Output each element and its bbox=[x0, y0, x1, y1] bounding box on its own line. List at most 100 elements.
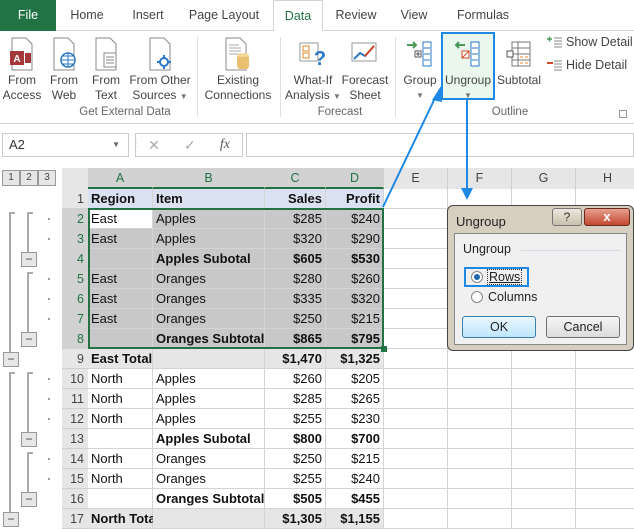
cell[interactable]: Item bbox=[153, 189, 265, 209]
empty-cell[interactable] bbox=[384, 229, 448, 249]
cell[interactable]: $320 bbox=[265, 229, 326, 249]
empty-cell[interactable] bbox=[576, 429, 634, 449]
what-if-analysis-button[interactable]: ? What-If Analysis ▼ bbox=[285, 35, 341, 104]
cell[interactable]: $255 bbox=[265, 469, 326, 489]
empty-cell[interactable] bbox=[512, 349, 576, 369]
cell[interactable]: $215 bbox=[326, 309, 384, 329]
cell[interactable]: North bbox=[88, 409, 153, 429]
empty-cell[interactable] bbox=[512, 389, 576, 409]
row-header[interactable]: 12 bbox=[62, 409, 88, 429]
column-header-b[interactable]: B bbox=[153, 168, 265, 189]
cell[interactable]: $1,470 bbox=[265, 349, 326, 369]
hide-detail-button[interactable]: Hide Detail bbox=[546, 58, 627, 72]
empty-cell[interactable] bbox=[384, 289, 448, 309]
tab-home[interactable]: Home bbox=[62, 0, 112, 31]
empty-cell[interactable] bbox=[384, 329, 448, 349]
cell[interactable]: $865 bbox=[265, 329, 326, 349]
tab-formulas[interactable]: Formulas bbox=[448, 0, 518, 31]
cell[interactable]: Oranges bbox=[153, 469, 265, 489]
cell[interactable]: North bbox=[88, 449, 153, 469]
cell[interactable]: Apples bbox=[153, 369, 265, 389]
row-header[interactable]: 7 bbox=[62, 309, 88, 329]
help-icon[interactable]: ? bbox=[552, 208, 582, 226]
empty-cell[interactable] bbox=[384, 369, 448, 389]
outline-level-1-button[interactable]: 1 bbox=[2, 170, 20, 186]
empty-cell[interactable] bbox=[448, 429, 512, 449]
cell[interactable]: $265 bbox=[326, 389, 384, 409]
empty-cell[interactable] bbox=[448, 449, 512, 469]
cell[interactable]: $1,305 bbox=[265, 509, 326, 529]
empty-cell[interactable] bbox=[384, 249, 448, 269]
cell[interactable]: $240 bbox=[326, 469, 384, 489]
cell[interactable]: $335 bbox=[265, 289, 326, 309]
column-header-e[interactable]: E bbox=[384, 168, 448, 189]
cell[interactable]: North bbox=[88, 369, 153, 389]
empty-cell[interactable] bbox=[512, 409, 576, 429]
formula-input[interactable] bbox=[246, 133, 634, 157]
empty-cell[interactable] bbox=[384, 349, 448, 369]
tab-page-layout[interactable]: Page Layout bbox=[182, 0, 266, 31]
empty-cell[interactable] bbox=[576, 389, 634, 409]
row-header[interactable]: 10 bbox=[62, 369, 88, 389]
ok-button[interactable]: OK bbox=[462, 316, 536, 338]
cell[interactable]: $320 bbox=[326, 289, 384, 309]
cell[interactable]: East bbox=[88, 289, 153, 309]
cell[interactable] bbox=[88, 489, 153, 509]
cell[interactable]: Region bbox=[88, 189, 153, 209]
collapse-button[interactable]: − bbox=[3, 352, 19, 367]
ungroup-button[interactable]: Ungroup ▼ bbox=[442, 35, 494, 103]
row-header[interactable]: 14 bbox=[62, 449, 88, 469]
cell[interactable]: East bbox=[88, 269, 153, 289]
collapse-button[interactable]: − bbox=[21, 432, 37, 447]
from-web-button[interactable]: From Web bbox=[46, 35, 82, 103]
cell[interactable]: Apples bbox=[153, 409, 265, 429]
empty-cell[interactable] bbox=[384, 209, 448, 229]
cell[interactable]: Apples bbox=[153, 229, 265, 249]
cancel-button[interactable]: Cancel bbox=[546, 316, 620, 338]
cancel-icon[interactable]: ✕ bbox=[148, 137, 160, 154]
column-header-d[interactable]: D bbox=[326, 168, 384, 189]
existing-connections-button[interactable]: Existing Connections bbox=[202, 35, 274, 103]
show-detail-button[interactable]: Show Detail bbox=[546, 35, 633, 49]
from-other-sources-button[interactable]: From Other Sources ▼ bbox=[128, 35, 192, 104]
cell[interactable]: Oranges bbox=[153, 269, 265, 289]
cell[interactable]: Oranges Subtotal bbox=[153, 489, 265, 509]
cell[interactable]: Sales bbox=[265, 189, 326, 209]
empty-cell[interactable] bbox=[448, 409, 512, 429]
cell[interactable] bbox=[153, 349, 265, 369]
empty-cell[interactable] bbox=[512, 429, 576, 449]
cell[interactable]: $455 bbox=[326, 489, 384, 509]
cell[interactable]: $260 bbox=[265, 369, 326, 389]
cell[interactable]: $205 bbox=[326, 369, 384, 389]
row-header[interactable]: 8 bbox=[62, 329, 88, 349]
empty-cell[interactable] bbox=[512, 449, 576, 469]
tab-view[interactable]: View bbox=[394, 0, 434, 31]
cell[interactable] bbox=[88, 329, 153, 349]
empty-cell[interactable] bbox=[384, 389, 448, 409]
select-all-corner[interactable] bbox=[62, 168, 88, 189]
cell[interactable]: Apples Subotal bbox=[153, 249, 265, 269]
cell[interactable]: Profit bbox=[326, 189, 384, 209]
row-header[interactable]: 11 bbox=[62, 389, 88, 409]
fill-handle[interactable] bbox=[381, 346, 387, 352]
from-text-button[interactable]: From Text bbox=[88, 35, 124, 103]
cell[interactable]: East bbox=[88, 209, 153, 229]
cell[interactable]: $260 bbox=[326, 269, 384, 289]
cell[interactable]: Apples bbox=[153, 209, 265, 229]
cell[interactable]: Apples Subotal bbox=[153, 429, 265, 449]
column-header-h[interactable]: H bbox=[576, 168, 634, 189]
cell[interactable]: $240 bbox=[326, 209, 384, 229]
outline-level-2-button[interactable]: 2 bbox=[20, 170, 38, 186]
cell[interactable]: $215 bbox=[326, 449, 384, 469]
close-icon[interactable]: x bbox=[584, 208, 630, 226]
empty-cell[interactable] bbox=[512, 469, 576, 489]
cell[interactable] bbox=[153, 509, 265, 529]
empty-cell[interactable] bbox=[576, 509, 634, 529]
cell[interactable]: Oranges bbox=[153, 309, 265, 329]
row-header[interactable]: 5 bbox=[62, 269, 88, 289]
tab-data[interactable]: Data bbox=[273, 0, 323, 32]
name-box[interactable]: A2 ▼ bbox=[2, 133, 129, 157]
empty-cell[interactable] bbox=[384, 429, 448, 449]
collapse-button[interactable]: − bbox=[21, 252, 37, 267]
empty-cell[interactable] bbox=[576, 409, 634, 429]
